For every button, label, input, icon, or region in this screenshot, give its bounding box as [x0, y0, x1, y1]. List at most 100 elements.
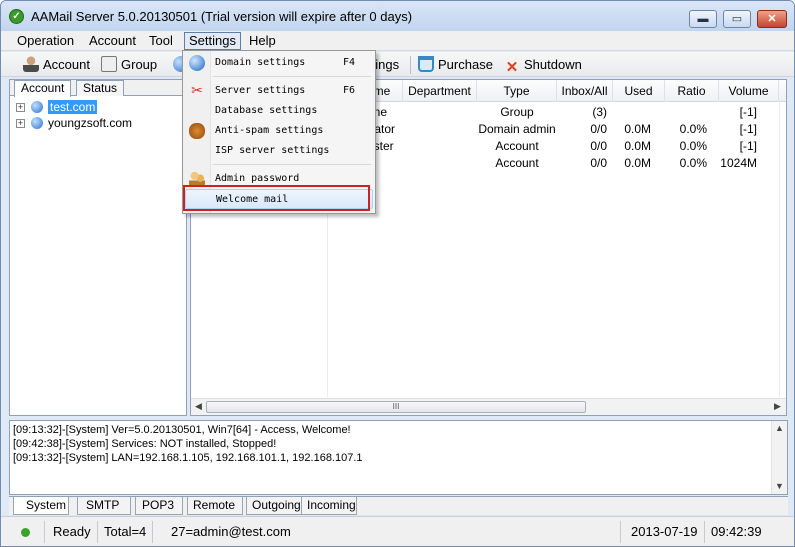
status-date: 2013-07-19	[625, 521, 705, 543]
app-window: ✓ AAMail Server 5.0.20130501 (Trial vers…	[0, 0, 795, 547]
column-header-inbox[interactable]: Inbox/All	[557, 80, 613, 102]
tab-status[interactable]: Status	[76, 80, 125, 96]
user-icon	[23, 56, 39, 72]
maximize-button[interactable]: ▭	[723, 10, 751, 28]
log-tabs: System SMTP POP3 Remote Outgoing Incomin…	[9, 496, 788, 515]
log-vertical-scrollbar[interactable]: ▲ ▼	[771, 421, 787, 494]
basket-icon	[418, 56, 434, 72]
tab-outgoing[interactable]: Outgoing	[246, 497, 304, 515]
scroll-up-arrow-icon[interactable]: ▲	[775, 423, 784, 433]
cell-volume: [-1]	[739, 139, 757, 153]
window-title: AAMail Server 5.0.20130501 (Trial versio…	[31, 9, 413, 24]
status-login: 27=admin@test.com	[165, 521, 621, 543]
tree-node-test-com[interactable]: + test.com	[16, 99, 98, 115]
tab-incoming[interactable]: Incoming	[301, 497, 357, 515]
column-header-volume[interactable]: Volume	[719, 80, 779, 102]
menu-item-domain-settings[interactable]: Domain settings F4	[185, 53, 373, 73]
expand-icon[interactable]: +	[16, 119, 25, 128]
menu-item-label: Server settings	[215, 85, 306, 96]
log-line: [09:13:32]-[System] Ver=5.0.20130501, Wi…	[13, 424, 351, 436]
minimize-button[interactable]: ▬	[689, 10, 717, 28]
cell-used: 0.0M	[624, 122, 651, 136]
cell-inbox: 0/0	[590, 139, 607, 153]
app-logo-icon: ✓	[9, 9, 24, 24]
shutdown-x-icon: ✕	[505, 59, 519, 76]
tab-smtp[interactable]: SMTP	[77, 497, 131, 515]
menu-item-label: Domain settings	[215, 57, 306, 68]
account-toolbar-button[interactable]: Account	[23, 56, 90, 74]
scroll-down-arrow-icon[interactable]: ▼	[775, 481, 784, 491]
toolbar-separator	[410, 56, 411, 74]
highlight-box	[183, 185, 370, 211]
title-bar[interactable]: ✓ AAMail Server 5.0.20130501 (Trial vers…	[1, 1, 794, 31]
cell-volume: [-1]	[739, 105, 757, 119]
tree-node-label: youngzsoft.com	[48, 116, 133, 130]
column-header-ratio[interactable]: Ratio	[665, 80, 719, 102]
group-toolbar-button[interactable]: Group	[101, 56, 157, 74]
purchase-toolbar-label: Purchase	[438, 57, 493, 72]
cell-ratio: 0.0%	[679, 139, 707, 153]
cell-ratio	[665, 104, 707, 121]
menu-item-label: Anti-spam settings	[215, 125, 324, 136]
shutdown-toolbar-label: Shutdown	[524, 57, 582, 72]
tree-node-label: test.com	[48, 100, 98, 114]
left-panel-tabs: Account Status	[10, 80, 186, 97]
menu-item-anti-spam-settings[interactable]: Anti-spam settings	[185, 121, 373, 141]
group-toolbar-label: Group	[121, 57, 158, 72]
toolbar: Account Group ttings Purchase ✕ Shutdown	[1, 52, 794, 77]
horizontal-scroll-thumb[interactable]: III	[206, 401, 586, 413]
tab-pop3[interactable]: POP3	[135, 497, 183, 515]
menu-item-label: Database settings	[215, 105, 318, 116]
status-time: 09:42:39	[711, 524, 762, 539]
cell-volume: 1024M	[720, 156, 757, 170]
purchase-toolbar-button[interactable]: Purchase	[418, 56, 493, 74]
tab-system[interactable]: System	[13, 497, 69, 515]
tab-remote[interactable]: Remote	[187, 497, 243, 515]
menu-item-shortcut: F4	[343, 57, 356, 68]
cell-ratio: 0.0%	[679, 122, 707, 136]
domain-globe-icon	[31, 117, 43, 129]
cell-used: 0.0M	[624, 156, 651, 170]
menu-bar: Operation Account Tool Settings Help	[1, 31, 794, 51]
account-tree-panel: Account Status + test.com + youngzsoft.com	[9, 79, 187, 416]
menu-tool[interactable]: Tool	[145, 33, 177, 50]
log-line: [09:42:38]-[System] Services: NOT instal…	[13, 438, 277, 450]
column-header-department[interactable]: Department	[403, 80, 477, 102]
menu-account[interactable]: Account	[85, 33, 140, 50]
status-indicator	[9, 521, 45, 543]
menu-settings[interactable]: Settings	[184, 32, 241, 50]
tools-icon: ✂	[191, 83, 203, 99]
column-header-used[interactable]: Used	[613, 80, 665, 102]
close-button[interactable]: ✕	[757, 10, 787, 28]
expand-icon[interactable]: +	[16, 103, 25, 112]
tree-node-youngzsoft-com[interactable]: + youngzsoft.com	[16, 115, 132, 131]
menu-item-isp-server-settings[interactable]: ISP server settings	[185, 141, 373, 161]
group-icon	[101, 56, 117, 72]
menu-separator	[213, 76, 371, 77]
menu-help[interactable]: Help	[245, 33, 280, 50]
horizontal-scrollbar[interactable]: ◀ III ▶	[191, 398, 786, 415]
log-line: [09:13:32]-[System] LAN=192.168.1.105, 1…	[13, 452, 363, 464]
tab-account[interactable]: Account	[14, 80, 72, 97]
cell-volume: [-1]	[739, 122, 757, 136]
scroll-left-arrow-icon[interactable]: ◀	[195, 401, 202, 412]
scroll-right-arrow-icon[interactable]: ▶	[774, 401, 781, 412]
status-total: Total=4	[98, 521, 154, 543]
column-header-type[interactable]: Type	[477, 80, 557, 102]
menu-item-server-settings[interactable]: ✂ Server settings F6	[185, 81, 373, 101]
log-panel: [09:13:32]-[System] Ver=5.0.20130501, Wi…	[9, 420, 788, 495]
status-bar: Ready Total=4 27=admin@test.com 2013-07-…	[1, 516, 794, 546]
cell-inbox: 0/0	[590, 156, 607, 170]
account-toolbar-label: Account	[43, 57, 90, 72]
cell-used: 0.0M	[624, 139, 651, 153]
menu-item-label: ISP server settings	[215, 145, 330, 156]
shutdown-toolbar-button[interactable]: ✕ Shutdown	[504, 56, 582, 76]
status-led-icon	[21, 528, 30, 537]
menu-item-database-settings[interactable]: Database settings	[185, 101, 373, 121]
cell-type: Account	[495, 156, 539, 170]
menu-separator	[213, 164, 371, 165]
cell-inbox: (3)	[592, 105, 607, 119]
menu-operation[interactable]: Operation	[13, 33, 78, 50]
cell-used	[613, 104, 651, 121]
cell-ratio: 0.0%	[679, 156, 707, 170]
